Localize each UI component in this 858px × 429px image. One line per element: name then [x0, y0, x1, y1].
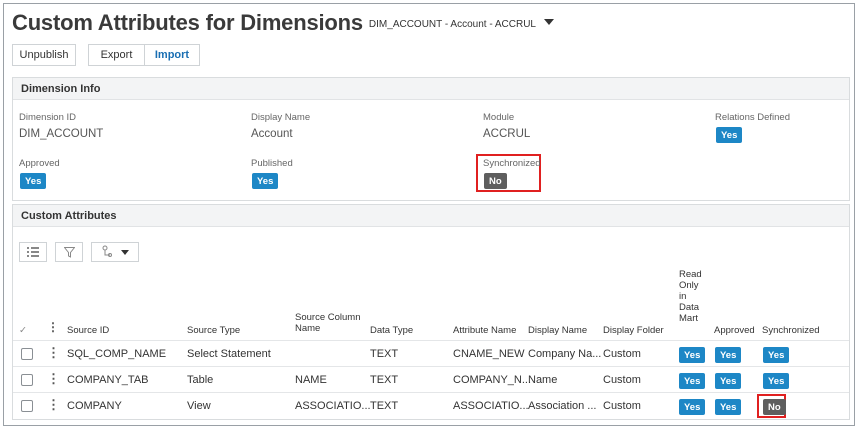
custom-attributes-panel: Custom Attributes ✓ ⋮ Source ID Source T…: [12, 204, 850, 420]
approved-badge: Yes: [715, 399, 742, 415]
cell-attribute-name: CNAME_NEW: [453, 348, 525, 360]
relations-defined-badge: Yes: [716, 127, 743, 143]
col-approved[interactable]: Approved: [714, 325, 755, 336]
cell-attribute-name: COMPANY_N...: [453, 374, 532, 386]
col-data-type[interactable]: Data Type: [370, 325, 413, 336]
approved-badge: Yes: [715, 373, 742, 389]
cell-display-name: Association ...: [528, 400, 597, 412]
dimension-info-panel: Dimension Info Dimension ID DIM_ACCOUNT …: [12, 77, 850, 201]
dimension-id-value: DIM_ACCOUNT: [19, 128, 104, 140]
cell-attribute-name: ASSOCIATIO...: [453, 400, 529, 412]
module-value: ACCRUL: [483, 128, 531, 140]
col-source-type[interactable]: Source Type: [187, 325, 240, 336]
caret-down-icon[interactable]: [544, 19, 554, 25]
col-attribute-name[interactable]: Attribute Name: [453, 325, 516, 336]
cell-source-id: COMPANY: [67, 400, 122, 412]
col-synchronized[interactable]: Synchronized: [762, 325, 820, 336]
col-read-only-in-data-mart[interactable]: Read Only in Data Mart: [679, 269, 702, 324]
table-row[interactable]: ⋮ SQL_COMP_NAME Select Statement TEXT CN…: [13, 340, 849, 366]
cell-display-name: Company Na...: [528, 348, 602, 360]
select-all-check[interactable]: ✓: [19, 325, 27, 336]
col-source-column-name[interactable]: Source Column Name: [295, 312, 360, 334]
page-title: Custom Attributes for Dimensions: [12, 10, 363, 35]
cell-source-type: Table: [187, 374, 214, 386]
row-checkbox[interactable]: [21, 400, 33, 412]
synchronized-badge: Yes: [763, 373, 790, 389]
dimension-id-label: Dimension ID: [19, 112, 77, 123]
export-button[interactable]: Export: [88, 44, 144, 66]
dimension-selector-label[interactable]: DIM_ACCOUNT - Account - ACCRUL: [369, 19, 536, 30]
published-label: Published: [251, 158, 293, 169]
unpublish-button[interactable]: Unpublish: [12, 44, 76, 66]
cell-data-type: TEXT: [370, 348, 399, 360]
dimension-info-header: Dimension Info: [13, 78, 849, 100]
table-row[interactable]: ⋮ COMPANY View ASSOCIATIO... TEXT ASSOCI…: [13, 392, 849, 418]
approved-badge: Yes: [715, 347, 742, 363]
group-by-dropdown[interactable]: [91, 242, 139, 262]
row-menu-icon[interactable]: ⋮: [47, 371, 60, 387]
cell-display-folder: Custom: [603, 400, 641, 412]
row-menu-icon[interactable]: ⋮: [47, 345, 60, 361]
cell-source-type: View: [187, 400, 211, 412]
synchronized-badge: No: [484, 173, 507, 189]
col-display-name[interactable]: Display Name: [528, 325, 587, 336]
col-source-id[interactable]: Source ID: [67, 325, 109, 336]
cell-source-type: Select Statement: [187, 348, 271, 360]
approved-badge: Yes: [20, 173, 47, 189]
chevron-down-icon: [121, 249, 129, 255]
row-checkbox[interactable]: [21, 374, 33, 386]
read-only-badge: Yes: [679, 399, 706, 415]
synchronized-label: Synchronized: [483, 158, 541, 169]
read-only-badge: Yes: [679, 373, 706, 389]
published-badge: Yes: [252, 173, 279, 189]
group-icon: [101, 245, 113, 260]
list-icon[interactable]: [19, 242, 47, 262]
cell-data-type: TEXT: [370, 374, 399, 386]
col-display-folder[interactable]: Display Folder: [603, 325, 664, 336]
display-name-label: Display Name: [251, 112, 311, 123]
cell-display-name: Name: [528, 374, 558, 386]
cell-data-type: TEXT: [370, 400, 399, 412]
synchronized-badge: Yes: [763, 347, 790, 363]
app-frame: Custom Attributes for Dimensions DIM_ACC…: [3, 3, 855, 426]
cell-source-id: SQL_COMP_NAME: [67, 348, 167, 360]
display-name-value: Account: [251, 128, 293, 140]
read-only-badge: Yes: [679, 347, 706, 363]
cell-display-folder: Custom: [603, 374, 641, 386]
relations-defined-label: Relations Defined: [715, 112, 790, 123]
approved-label: Approved: [19, 158, 60, 169]
module-label: Module: [483, 112, 515, 123]
import-button[interactable]: Import: [144, 44, 200, 66]
header-menu-icon[interactable]: ⋮: [47, 320, 59, 334]
table-row[interactable]: ⋮ COMPANY_TAB Table NAME TEXT COMPANY_N.…: [13, 366, 849, 392]
title-row: Custom Attributes for Dimensions DIM_ACC…: [12, 10, 554, 36]
cell-source-column-name: NAME: [295, 374, 327, 386]
synchronized-badge: No: [763, 399, 786, 415]
row-checkbox[interactable]: [21, 348, 33, 360]
custom-attributes-header: Custom Attributes: [13, 205, 849, 227]
cell-display-folder: Custom: [603, 348, 641, 360]
row-menu-icon[interactable]: ⋮: [47, 397, 60, 413]
cell-source-column-name: ASSOCIATIO...: [295, 400, 371, 412]
filter-icon[interactable]: [55, 242, 83, 262]
cell-source-id: COMPANY_TAB: [67, 374, 149, 386]
